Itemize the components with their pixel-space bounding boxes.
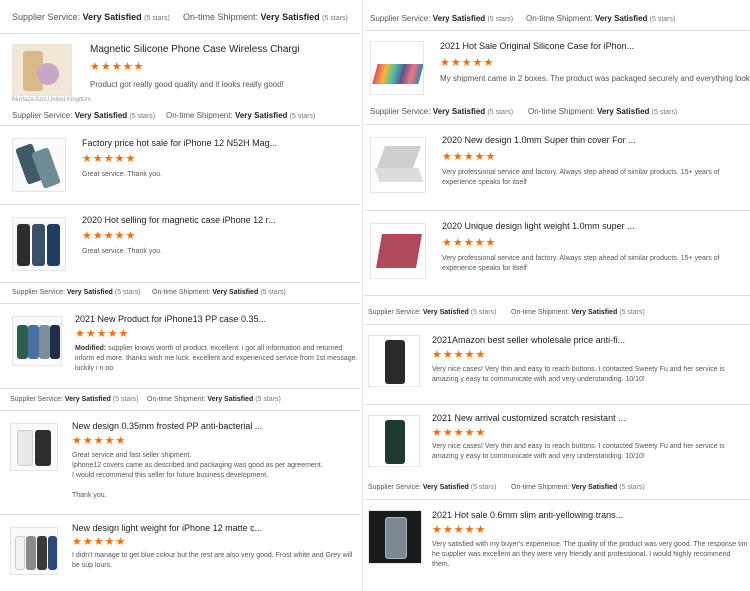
review-item: 2021 New Product for iPhone13 PP case 0.… xyxy=(0,304,360,388)
product-thumbnail[interactable] xyxy=(370,41,424,95)
product-title[interactable]: Magnetic Silicone Phone Case Wireless Ch… xyxy=(90,44,300,55)
review-item: 2021 New arrival customized scratch resi… xyxy=(364,405,750,479)
review-item: 2020 New design 1.0mm Super thin cover F… xyxy=(364,125,750,211)
divider xyxy=(364,295,750,296)
rating-stars: ★★★★★ xyxy=(72,435,127,447)
rating-stars: ★★★★★ xyxy=(432,427,487,439)
review-item: Magnetic Silicone Phone Case Wireless Ch… xyxy=(0,34,360,104)
supplier-service-rating: Supplier Service: Very Satisfied (5 star… xyxy=(12,12,170,22)
rating-strip: Supplier Service: Very Satisfied (5 star… xyxy=(370,14,676,23)
rating-stars: ★★★★★ xyxy=(82,230,137,242)
rating-strip: Supplier Service: Very Satisfied (5 star… xyxy=(12,289,286,296)
review-item: 2020 Unique design light weight 1.0mm su… xyxy=(364,211,750,295)
review-item: Factory price hot sale for iPhone 12 N52… xyxy=(0,126,360,204)
review-text: Great service. Thank you. xyxy=(82,248,163,255)
product-thumbnail[interactable] xyxy=(12,138,66,192)
product-thumbnail[interactable] xyxy=(368,335,420,387)
product-title[interactable]: 2021 Hot sale 0.6mm slim anti-yellowing … xyxy=(432,510,632,520)
review-item: 2021Amazon best seller wholesale price a… xyxy=(364,325,750,405)
review-item: New design light weight for iPhone 12 ma… xyxy=(0,515,360,591)
review-text: Modified: supplier knows worth of produc… xyxy=(75,345,358,372)
review-text: Great service. Thank you. xyxy=(82,171,163,178)
rating-stars: ★★★★★ xyxy=(72,536,127,548)
reviewer-name: Murtaza Aziz,United Kingdom xyxy=(12,97,91,103)
product-title[interactable]: New design light weight for iPhone 12 ma… xyxy=(72,523,272,533)
product-title[interactable]: 2020 Unique design light weight 1.0mm su… xyxy=(442,221,642,231)
product-thumbnail[interactable] xyxy=(370,223,426,279)
product-title[interactable]: 2020 New design 1.0mm Super thin cover F… xyxy=(442,135,642,145)
rating-strip: Supplier Service: Very Satisfied (5 star… xyxy=(368,309,645,316)
product-thumbnail[interactable] xyxy=(10,527,58,575)
review-text: Very nice cases! Very thin and easy to r… xyxy=(432,366,725,383)
product-thumbnail[interactable] xyxy=(10,423,58,471)
rating-strip: Supplier Service: Very Satisfied (5 star… xyxy=(12,111,316,120)
rating-stars: ★★★★★ xyxy=(432,349,487,361)
product-thumbnail[interactable] xyxy=(368,415,420,467)
rating-stars: ★★★★★ xyxy=(442,237,497,249)
rating-stars: ★★★★★ xyxy=(442,151,497,163)
review-text: Very professional service and factory. A… xyxy=(442,255,720,272)
product-title[interactable]: 2021 New arrival customized scratch resi… xyxy=(432,413,632,423)
review-item: 2021 Hot sale 0.6mm slim anti-yellowing … xyxy=(364,500,750,591)
rating-stars: ★★★★★ xyxy=(82,153,137,165)
review-text: Great service and fast seller shipment. … xyxy=(72,452,323,499)
product-title[interactable]: 2021 New Product for iPhone13 PP case 0.… xyxy=(75,314,275,324)
product-title[interactable]: 2020 Hot selling for magnetic case iPhon… xyxy=(82,215,282,225)
product-thumbnail[interactable] xyxy=(12,316,62,366)
product-thumbnail[interactable] xyxy=(12,44,72,96)
rating-strip: Supplier Service: Very Satisfied (5 star… xyxy=(10,396,281,403)
rating-stars: ★★★★★ xyxy=(440,57,495,69)
product-title[interactable]: 2021Amazon best seller wholesale price a… xyxy=(432,335,632,345)
divider xyxy=(0,282,360,283)
product-title[interactable]: New design 0.35mm frosted PP anti-bacter… xyxy=(72,421,272,431)
review-item: New design 0.35mm frosted PP anti-bacter… xyxy=(0,411,360,514)
rating-strip: Supplier Service: Very Satisfied (5 star… xyxy=(12,12,352,26)
review-text: Very satisfied with my buyer's experienc… xyxy=(432,541,748,568)
product-title[interactable]: 2021 Hot Sale Original Silicone Case for… xyxy=(440,41,640,51)
rating-strip: Supplier Service: Very Satisfied (5 star… xyxy=(370,107,678,116)
product-thumbnail[interactable] xyxy=(12,217,66,271)
review-item: 2020 Hot selling for magnetic case iPhon… xyxy=(0,205,360,282)
column-divider xyxy=(362,0,363,591)
product-thumbnail[interactable] xyxy=(370,137,426,193)
product-thumbnail[interactable] xyxy=(368,510,422,564)
product-title[interactable]: Factory price hot sale for iPhone 12 N52… xyxy=(82,138,282,148)
rating-strip: Supplier Service: Very Satisfied (5 star… xyxy=(368,484,645,491)
review-text: Very professional service and factory. A… xyxy=(442,169,720,186)
rating-stars: ★★★★★ xyxy=(75,328,130,340)
review-text: I didn't manage to get blue colour but t… xyxy=(72,552,353,569)
rating-stars: ★★★★★ xyxy=(432,524,487,536)
review-item: 2021 Hot Sale Original Silicone Case for… xyxy=(364,31,750,101)
divider xyxy=(0,388,360,389)
shipment-rating: On-time Shipment: Very Satisfied (5 star… xyxy=(183,12,348,22)
review-text: Product got really good quality and it l… xyxy=(90,80,284,89)
review-text: My shipment came in 2 boxes. The product… xyxy=(440,74,750,83)
review-text: Very nice cases! Very thin and easy to r… xyxy=(432,443,725,460)
rating-stars: ★★★★★ xyxy=(90,61,145,73)
